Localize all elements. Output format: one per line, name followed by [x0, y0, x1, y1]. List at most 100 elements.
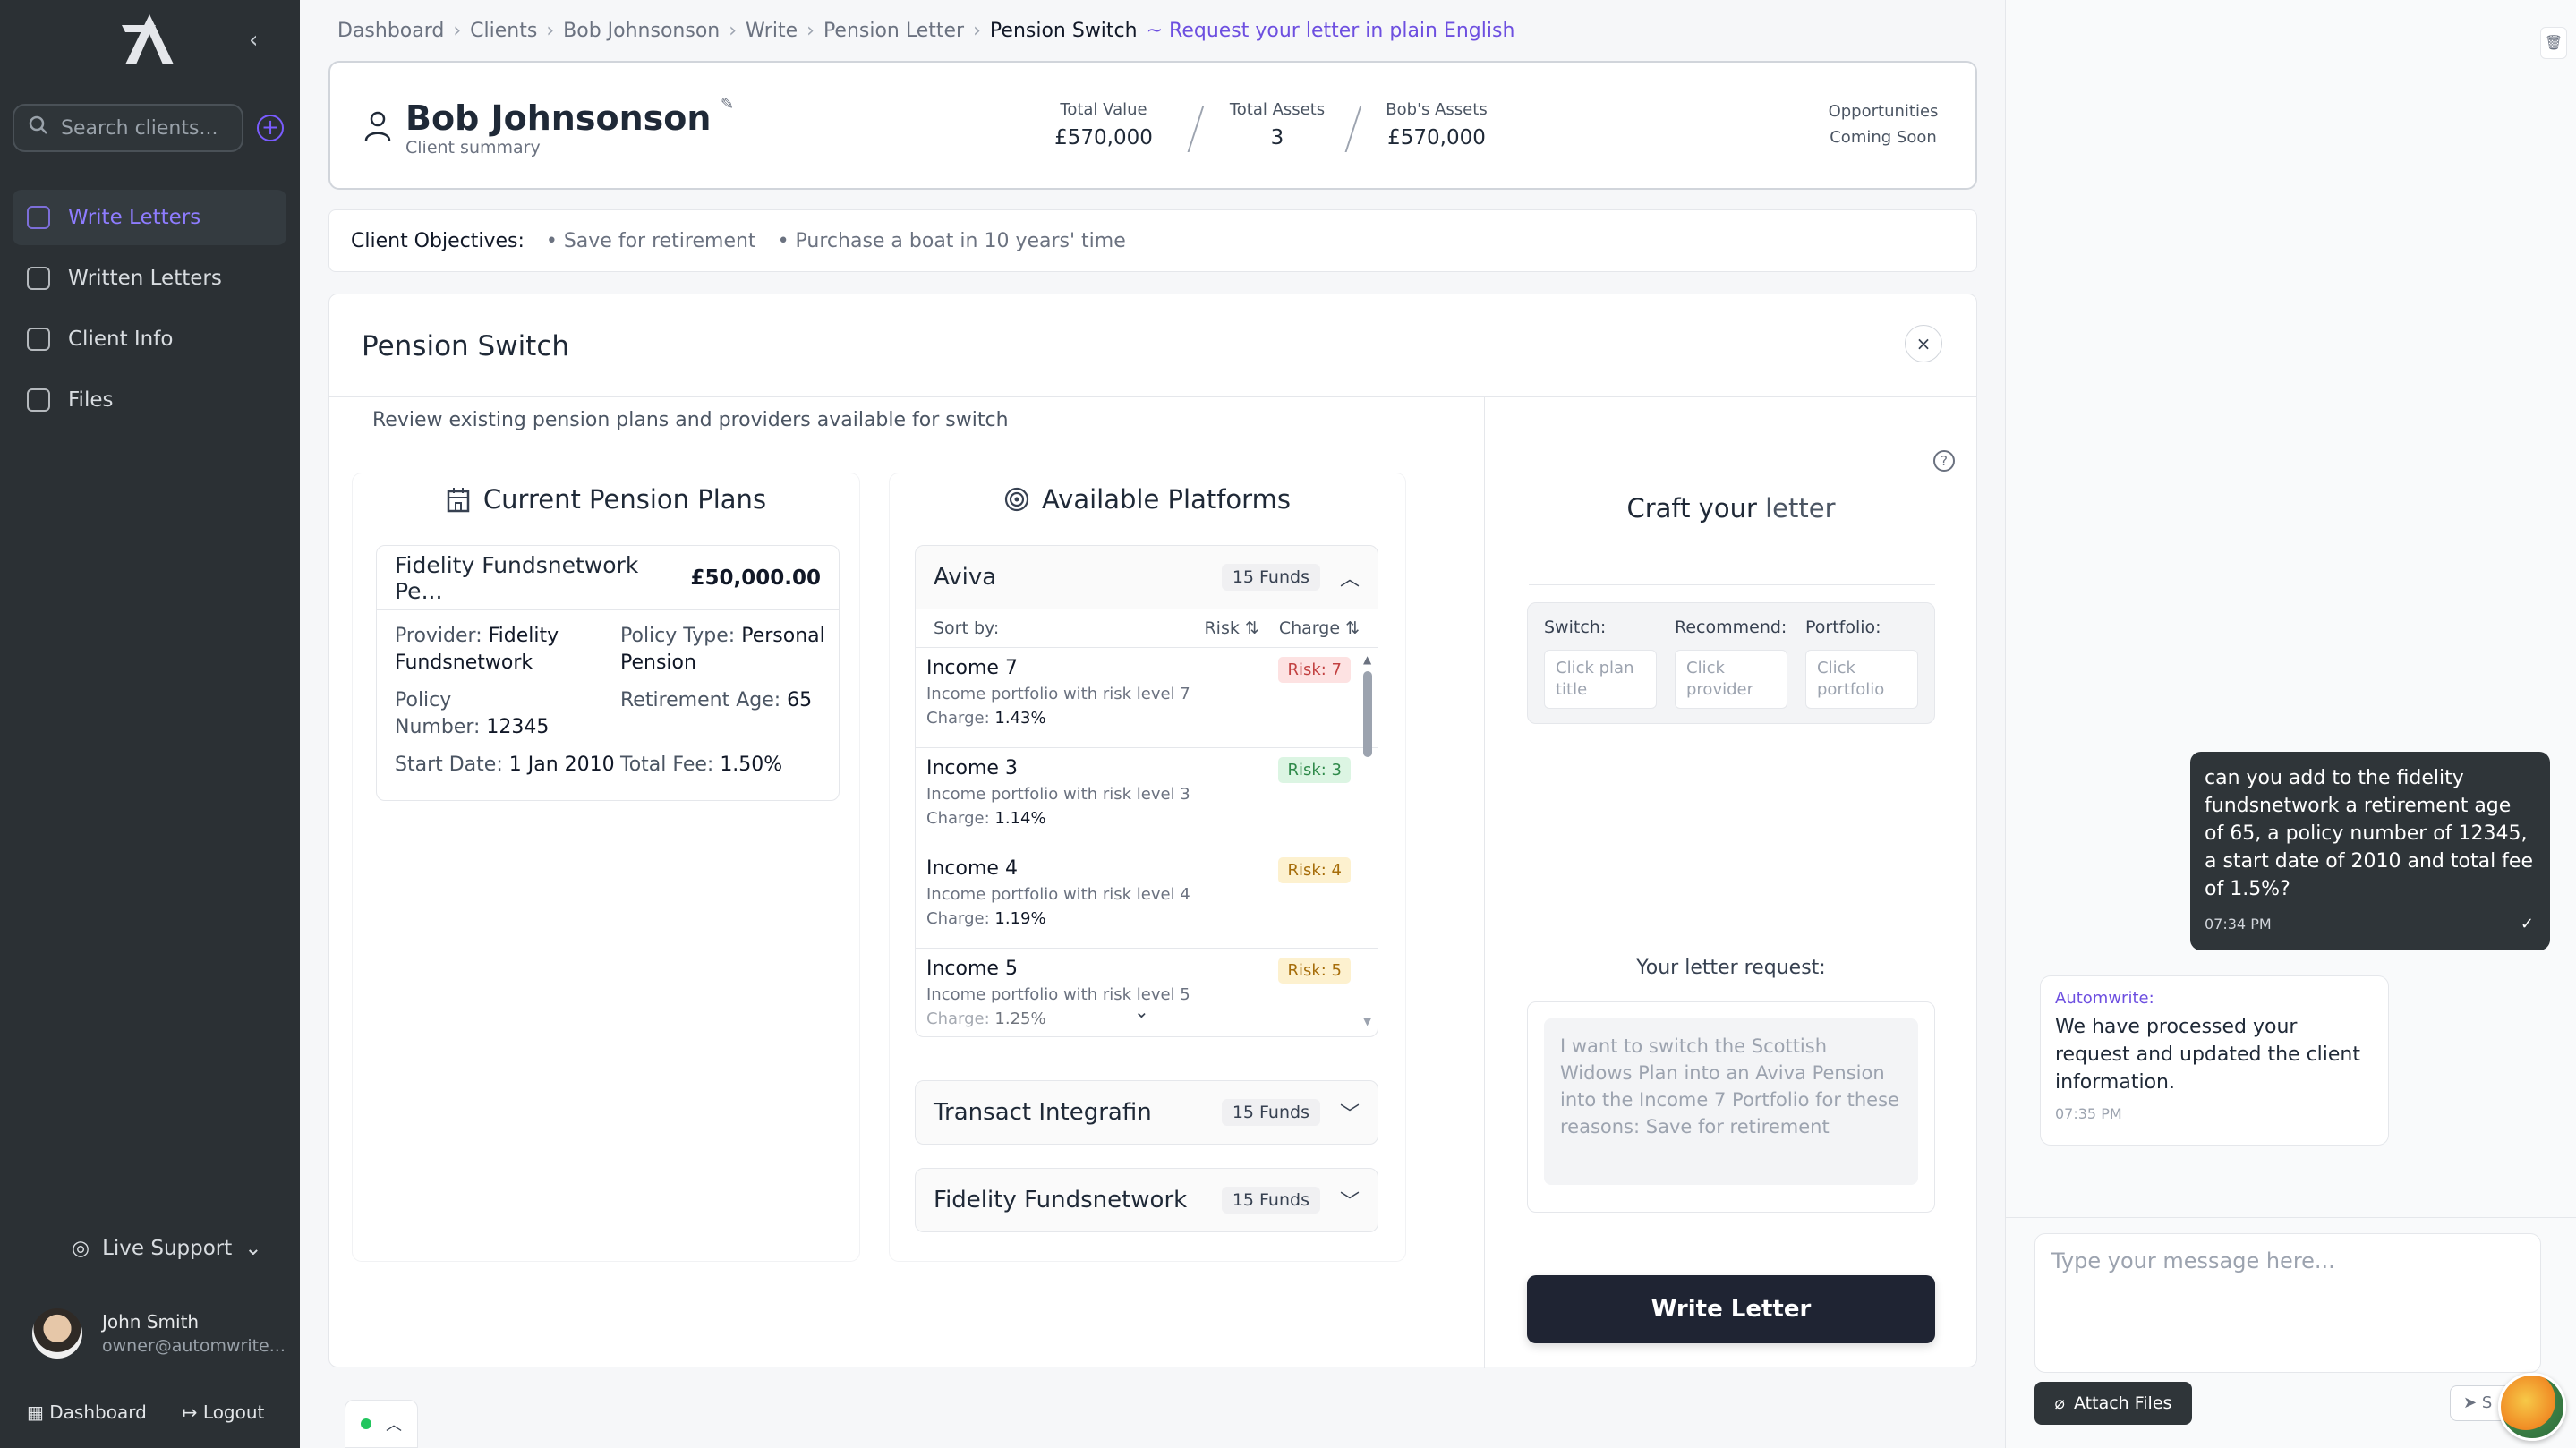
provider-name[interactable]: Aviva: [934, 564, 996, 591]
chevron-down-icon[interactable]: ﹀: [1340, 1098, 1360, 1127]
stat-total-value: Total Value £570,000: [1043, 100, 1164, 149]
paperclip-icon: ⌀: [2054, 1393, 2065, 1413]
sort-charge-label: Charge: [1278, 618, 1341, 638]
risk-badge: Risk: 3: [1278, 757, 1351, 783]
main-content: Dashboard › Clients › Bob Johnsonson › Writ…: [300, 0, 2005, 1448]
client-summary-card: Bob Johnsonson ✎ Client summary Total Va…: [328, 61, 1977, 190]
stat-value: 3: [1270, 126, 1284, 149]
add-client-icon[interactable]: +: [257, 115, 284, 141]
fund-charge-value: 1.25%: [994, 1009, 1046, 1028]
sidebar-item-label: Files: [68, 388, 114, 412]
user-profile[interactable]: John Smith owner@automwrite...: [32, 1308, 286, 1359]
scrollbar-thumb[interactable]: [1363, 671, 1372, 757]
sidebar-item-written-letters[interactable]: Written Letters: [13, 251, 286, 306]
attach-files-button[interactable]: ⌀ Attach Files: [2034, 1382, 2192, 1425]
recommend-slot: Recommend: Click provider: [1675, 618, 1787, 709]
assistant-avatar[interactable]: [2498, 1373, 2566, 1441]
sort-bar: Sort by: Risk ⇅ Charge ⇅: [916, 609, 1378, 648]
fund-item[interactable]: Income 5 Income portfolio with risk leve…: [916, 949, 1378, 1036]
sort-charge-button[interactable]: Charge ⇅: [1279, 618, 1360, 638]
sidebar-item-label: Write Letters: [68, 206, 201, 229]
logout-link[interactable]: ↦ Logout: [183, 1401, 265, 1423]
breadcrumb-current: Pension Switch: [989, 20, 1138, 42]
provider-header[interactable]: Fidelity Fundsnetwork 15 Funds ﹀: [916, 1169, 1378, 1231]
person-icon: [364, 111, 391, 141]
breadcrumb-separator: ›: [729, 20, 738, 42]
check-icon: ✓: [2520, 915, 2534, 933]
funds-count: 15 Funds: [1221, 1187, 1320, 1214]
stat-divider: [1187, 106, 1205, 152]
scrollbar[interactable]: ▲ ▼: [1363, 653, 1372, 1027]
provider-name[interactable]: Fidelity Fundsnetwork: [934, 1187, 1187, 1214]
edit-pencil-icon[interactable]: ✎: [721, 95, 734, 114]
search-icon: [29, 115, 48, 141]
portfolio-drop-zone[interactable]: Click portfolio: [1805, 650, 1918, 709]
objective-item: • Save for retirement: [545, 229, 756, 252]
scroll-down-icon[interactable]: ⌄: [1134, 1001, 1149, 1022]
switch-drop-zone[interactable]: Click plan title: [1544, 650, 1657, 709]
user-name: John Smith: [102, 1311, 200, 1333]
app-logo[interactable]: [118, 13, 181, 66]
status-toggle[interactable]: ︿: [345, 1400, 418, 1448]
trash-icon[interactable]: 🗑: [2540, 27, 2567, 59]
field-label: Number:: [395, 716, 481, 738]
attach-files-label: Attach Files: [2074, 1393, 2172, 1413]
chat-panel: 🗑 can you add to the fidelity fundsnetwo…: [2005, 0, 2576, 1448]
breadcrumb-write[interactable]: Write: [746, 20, 798, 42]
chevron-up-icon[interactable]: ︿: [1340, 563, 1360, 592]
breadcrumb-client[interactable]: Bob Johnsonson: [563, 20, 720, 42]
dashboard-link-label: Dashboard: [49, 1401, 147, 1423]
fund-item[interactable]: Income 3 Income portfolio with risk leve…: [916, 748, 1378, 848]
sidebar-item-files[interactable]: Files: [13, 372, 286, 428]
breadcrumb-pension-letter[interactable]: Pension Letter: [823, 20, 964, 42]
write-letter-button[interactable]: Write Letter: [1527, 1275, 1935, 1343]
plan-title[interactable]: Fidelity Fundsnetwork Pe...: [395, 552, 690, 604]
sidebar-item-write-letters[interactable]: Write Letters: [13, 190, 286, 245]
scroll-down-arrow[interactable]: ▼: [1363, 1015, 1371, 1027]
logout-icon: ↦: [182, 1401, 198, 1423]
breadcrumb-clients[interactable]: Clients: [470, 20, 537, 42]
stat-total-assets: Total Assets 3: [1216, 100, 1338, 149]
sidebar-item-client-info[interactable]: Client Info: [13, 311, 286, 367]
fund-list: Income 7 Income portfolio with risk leve…: [916, 648, 1378, 1036]
provider-header[interactable]: Transact Integrafin 15 Funds ﹀: [916, 1081, 1378, 1144]
help-icon[interactable]: ?: [1933, 450, 1955, 472]
provider-header[interactable]: Aviva 15 Funds ︿: [916, 546, 1378, 609]
funds-count: 15 Funds: [1221, 1099, 1320, 1126]
sidebar-nav: Write Letters Written Letters Client Inf…: [13, 190, 286, 433]
search-input[interactable]: Search clients...: [13, 104, 243, 152]
plan-policy-type: Policy Type: Personal Pension: [620, 623, 825, 677]
stat-value: £570,000: [1387, 126, 1486, 149]
available-platforms-title-text: Available Platforms: [1042, 484, 1291, 515]
panel-title: Pension Switch: [362, 330, 570, 362]
letter-request-textarea[interactable]: I want to switch the Scottish Widows Pla…: [1544, 1018, 1918, 1185]
pension-plan-card[interactable]: Fidelity Fundsnetwork Pe... £50,000.00 P…: [376, 545, 840, 801]
request-plain-english-link[interactable]: ~ Request your letter in plain English: [1147, 20, 1515, 42]
edit-document-icon: [27, 267, 50, 290]
breadcrumb-dashboard[interactable]: Dashboard: [337, 20, 444, 42]
panel-description: Review existing pension plans and provid…: [372, 409, 1009, 431]
recommend-drop-zone[interactable]: Click provider: [1675, 650, 1787, 709]
field-value: 1 Jan 2010: [508, 754, 615, 776]
collapse-sidebar-icon[interactable]: ‹: [249, 27, 258, 54]
risk-badge: Risk: 7: [1278, 657, 1351, 683]
sort-risk-button[interactable]: Risk ⇅: [1204, 618, 1258, 638]
portfolio-slot: Portfolio: Click portfolio: [1805, 618, 1918, 709]
provider-name[interactable]: Transact Integrafin: [934, 1099, 1152, 1126]
chevron-down-icon[interactable]: ﹀: [1340, 1186, 1360, 1214]
divider: [329, 396, 1976, 397]
fund-item[interactable]: Income 7 Income portfolio with risk leve…: [916, 648, 1378, 748]
chat-message-input[interactable]: Type your message here...: [2034, 1233, 2541, 1373]
fund-item[interactable]: Income 4 Income portfolio with risk leve…: [916, 848, 1378, 949]
live-support-toggle[interactable]: ◎ Live Support ⌄: [72, 1237, 262, 1260]
sidebar: ‹ Search clients... + Write Letters Writ…: [0, 0, 300, 1448]
objective-item: • Purchase a boat in 10 years' time: [777, 229, 1126, 252]
breadcrumb-separator: ›: [973, 20, 981, 42]
plan-policy-number: Policy Number: 12345: [395, 687, 549, 741]
search-placeholder: Search clients...: [61, 116, 218, 140]
close-button[interactable]: ×: [1905, 325, 1942, 362]
dashboard-link[interactable]: ▦ Dashboard: [27, 1401, 147, 1423]
scroll-up-arrow[interactable]: ▲: [1363, 653, 1371, 666]
user-icon: [27, 206, 50, 229]
client-objectives: Client Objectives: • Save for retirement…: [328, 209, 1977, 272]
